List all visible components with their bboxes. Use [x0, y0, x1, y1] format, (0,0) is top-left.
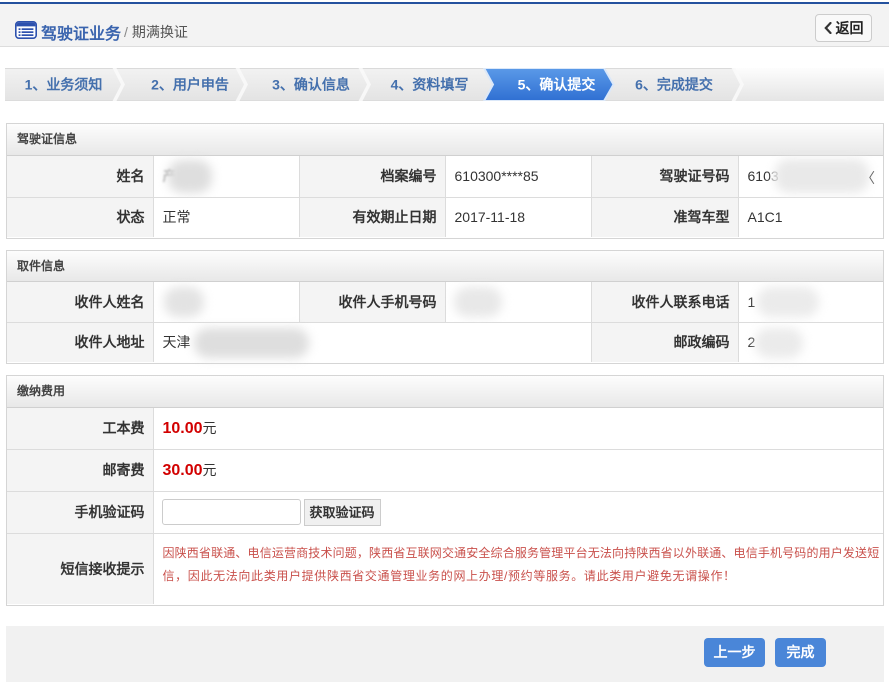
svg-text:2、用户申告: 2、用户申告	[151, 77, 229, 93]
svg-text:6、完成提交: 6、完成提交	[635, 77, 713, 93]
svg-text:4、资料填写: 4、资料填写	[391, 77, 469, 93]
svg-text:1、业务须知: 1、业务须知	[25, 77, 103, 93]
svg-text:5、确认提交: 5、确认提交	[518, 77, 596, 93]
svg-text:3、确认信息: 3、确认信息	[272, 77, 350, 93]
